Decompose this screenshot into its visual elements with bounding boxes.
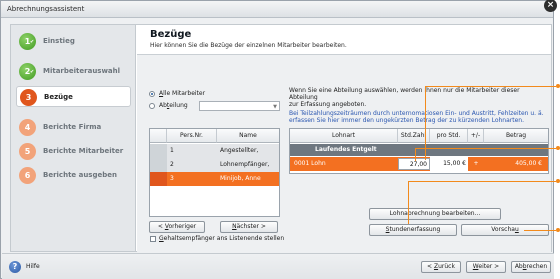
- footer-bar: ? Hilfe < Zurück Weiter > Abbrechen: [2, 253, 554, 279]
- callout-marker: [556, 84, 560, 88]
- wizard-window: Abrechnungsassistent 1 ✔ Einstieg 2 ✔ Mita…: [0, 0, 560, 279]
- next-employee-button[interactable]: Nächster >: [220, 221, 278, 233]
- step-label: Einstieg: [43, 37, 75, 45]
- table-row[interactable]: 2 Lohnempfänger, Hans: [150, 158, 279, 182]
- help-icon[interactable]: ?: [9, 261, 21, 273]
- check-icon: ✔: [30, 39, 35, 45]
- column-header-name[interactable]: Name: [217, 129, 279, 143]
- window-title: Abrechnungsassistent: [7, 5, 85, 13]
- step-label: Mitarbeiterauswahl: [43, 67, 121, 75]
- wage-table: Lohnart Std.Zahl pro Std. +/- Betrag Lau…: [289, 128, 549, 174]
- step-berichte-ausgeben[interactable]: 6 Berichte ausgeben: [16, 165, 131, 186]
- wage-row[interactable]: 0001 Lohn 27,00 15,00 € + 405,00 €: [290, 157, 548, 171]
- department-radio[interactable]: [149, 103, 155, 109]
- step-number-icon: 3: [20, 89, 37, 106]
- step-bezuege[interactable]: 3 Bezüge: [16, 86, 131, 107]
- info-text: Wenn Sie eine Abteilung auswählen, werde…: [289, 87, 544, 124]
- chevron-down-icon: ▼: [273, 104, 277, 110]
- callout-line: [408, 181, 409, 224]
- callout-line: [524, 230, 556, 231]
- wizard-steps: 1 ✔ Einstieg 2 ✔ Mitarbeiterauswahl 3 Bezü…: [10, 24, 136, 252]
- edit-payroll-button[interactable]: Lohnabrechnung bearbeiten...: [369, 208, 501, 220]
- time-entry-button[interactable]: Stundenerfassung: [369, 224, 457, 236]
- step-label: Bezüge: [44, 93, 73, 101]
- salary-last-label[interactable]: Gehaltsempfänger ans Listenende stellen: [159, 235, 284, 242]
- table-row-selected[interactable]: 3 Minijob, Anne: [150, 172, 279, 186]
- column-header-betrag[interactable]: Betrag: [484, 129, 548, 143]
- page-subtitle: Hier können Sie die Bezüge der einzelnen…: [150, 42, 347, 49]
- callout-line: [415, 148, 556, 149]
- step-number-icon: 5: [19, 143, 36, 160]
- cancel-button[interactable]: Abbrechen: [511, 261, 551, 273]
- step-label: Berichte Firma: [43, 123, 102, 131]
- employee-table: Pers.Nr. Name 1 Angestellter, Karsten 2 …: [149, 128, 280, 217]
- all-employees-radio[interactable]: [149, 91, 155, 97]
- wage-group-row: Laufendes Entgelt: [290, 144, 548, 156]
- back-button[interactable]: < Zurück: [421, 261, 461, 273]
- column-header-sign[interactable]: +/-: [468, 129, 484, 143]
- step-number-icon: 2 ✔: [19, 63, 36, 80]
- callout-marker: [556, 228, 560, 232]
- callout-line: [425, 86, 556, 87]
- step-einstieg[interactable]: 1 ✔ Einstieg: [16, 31, 131, 52]
- callout-line: [408, 181, 556, 182]
- callout-line: [415, 148, 416, 161]
- column-header-prostd[interactable]: pro Std.: [430, 129, 468, 143]
- step-mitarbeiterauswahl[interactable]: 2 ✔ Mitarbeiterauswahl: [16, 61, 131, 82]
- all-employees-label[interactable]: Alle Mitarbeiter: [159, 90, 205, 97]
- step-label: Berichte ausgeben: [43, 171, 117, 179]
- step-label: Berichte Mitarbeiter: [43, 147, 124, 155]
- page-title: Bezüge: [150, 29, 192, 40]
- column-header-lohnart[interactable]: Lohnart: [290, 129, 398, 143]
- help-label[interactable]: Hilfe: [26, 263, 40, 270]
- title-bar: Abrechnungsassistent: [1, 1, 553, 18]
- next-button[interactable]: Weiter >: [466, 261, 506, 273]
- step-number-icon: 4: [19, 119, 36, 136]
- department-select[interactable]: ▼: [199, 101, 280, 111]
- salary-last-checkbox[interactable]: [150, 236, 156, 242]
- step-number-icon: 6: [19, 167, 36, 184]
- check-icon: ✔: [30, 69, 35, 75]
- previous-button[interactable]: < Vorheriger: [149, 221, 205, 233]
- close-icon[interactable]: ×: [544, 0, 557, 12]
- step-berichte-firma[interactable]: 4 Berichte Firma: [16, 117, 131, 138]
- callout-marker: [556, 146, 560, 150]
- column-header-persnr[interactable]: Pers.Nr.: [167, 129, 217, 143]
- department-label[interactable]: Abteilung: [159, 102, 188, 109]
- step-number-icon: 1 ✔: [19, 33, 36, 50]
- callout-marker: [556, 179, 560, 183]
- row-header-corner: [150, 129, 167, 143]
- table-row[interactable]: 1 Angestellter, Karsten: [150, 144, 279, 168]
- step-berichte-mitarbeiter[interactable]: 5 Berichte Mitarbeiter: [16, 141, 131, 162]
